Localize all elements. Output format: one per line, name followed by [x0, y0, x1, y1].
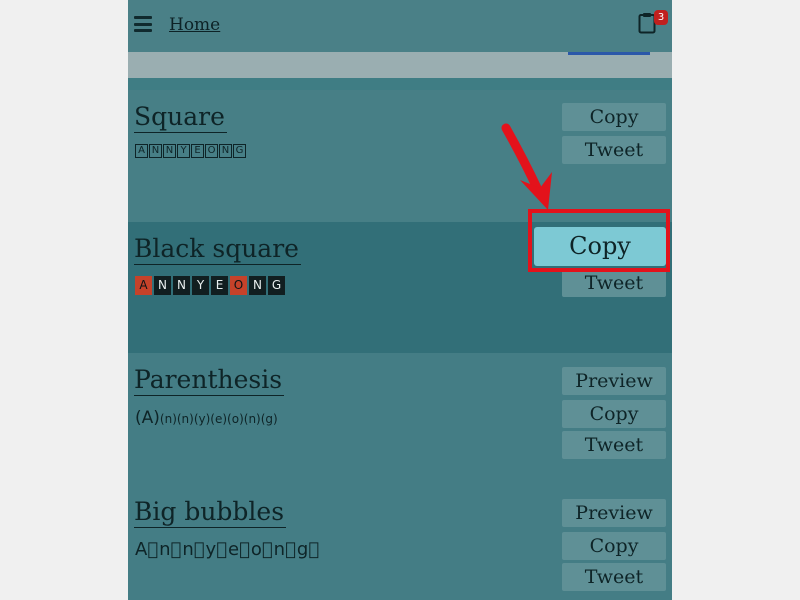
style-section-square: Square A N N Y E O N G Copy Tweet: [128, 90, 672, 222]
tweet-button[interactable]: Tweet: [562, 431, 666, 459]
search-strip: [128, 52, 672, 78]
tweet-button[interactable]: Tweet: [562, 269, 666, 297]
square-letter: Y: [177, 144, 190, 158]
square-letter: O: [205, 144, 218, 158]
square-letter: N: [163, 144, 176, 158]
sample-text-big-bubbles: A⃞n⃞n⃞y⃞e⃞o⃞n⃞g⃞: [135, 539, 321, 560]
section-title: Parenthesis: [134, 365, 285, 396]
app-viewport: Home 3 Square A N N Y E O N G Copy Tweet…: [128, 0, 672, 600]
highlight-box: [528, 209, 670, 272]
square-letter: E: [191, 144, 204, 158]
style-section-parenthesis: Parenthesis (A)(n)(n)(y)(e)(o)(n)(g) Pre…: [128, 353, 672, 485]
black-square-letter: N: [173, 276, 190, 295]
clipboard-count-badge: 3: [654, 10, 668, 25]
copy-button[interactable]: Copy: [562, 103, 666, 131]
black-square-letter: Y: [192, 276, 209, 295]
copy-button[interactable]: Copy: [562, 532, 666, 560]
top-bar: Home 3: [128, 0, 672, 52]
black-square-letter: A: [135, 276, 152, 295]
black-square-letter: E: [211, 276, 228, 295]
sample-first-char: (A): [135, 408, 160, 428]
section-title: Black square: [134, 234, 301, 265]
black-square-letter: N: [154, 276, 171, 295]
home-link[interactable]: Home: [169, 15, 220, 35]
section-title: Square: [134, 102, 227, 133]
black-square-letter: N: [249, 276, 266, 295]
sample-rest: (n)(n)(y)(e)(o)(n)(g): [159, 412, 278, 426]
hamburger-menu-icon[interactable]: [134, 16, 152, 32]
sample-text-parenthesis: (A)(n)(n)(y)(e)(o)(n)(g): [135, 408, 278, 428]
search-button-edge[interactable]: [568, 52, 650, 55]
square-letter: A: [135, 144, 148, 158]
square-letter: N: [219, 144, 232, 158]
style-section-big-bubbles: Big bubbles A⃞n⃞n⃞y⃞e⃞o⃞n⃞g⃞ Preview Cop…: [128, 485, 672, 600]
copy-button[interactable]: Copy: [562, 400, 666, 428]
section-title: Big bubbles: [134, 497, 287, 528]
square-letter: G: [233, 144, 246, 158]
red-arrow-annotation: [501, 123, 552, 210]
preview-button[interactable]: Preview: [562, 499, 666, 527]
sample-text-black-square: A N N Y E O N G: [135, 276, 285, 295]
black-square-letter: G: [268, 276, 285, 295]
preview-button[interactable]: Preview: [562, 367, 666, 395]
sample-text-square: A N N Y E O N G: [135, 144, 246, 158]
black-square-letter: O: [230, 276, 247, 295]
tweet-button[interactable]: Tweet: [562, 136, 666, 164]
square-letter: N: [149, 144, 162, 158]
tweet-button[interactable]: Tweet: [562, 563, 666, 591]
